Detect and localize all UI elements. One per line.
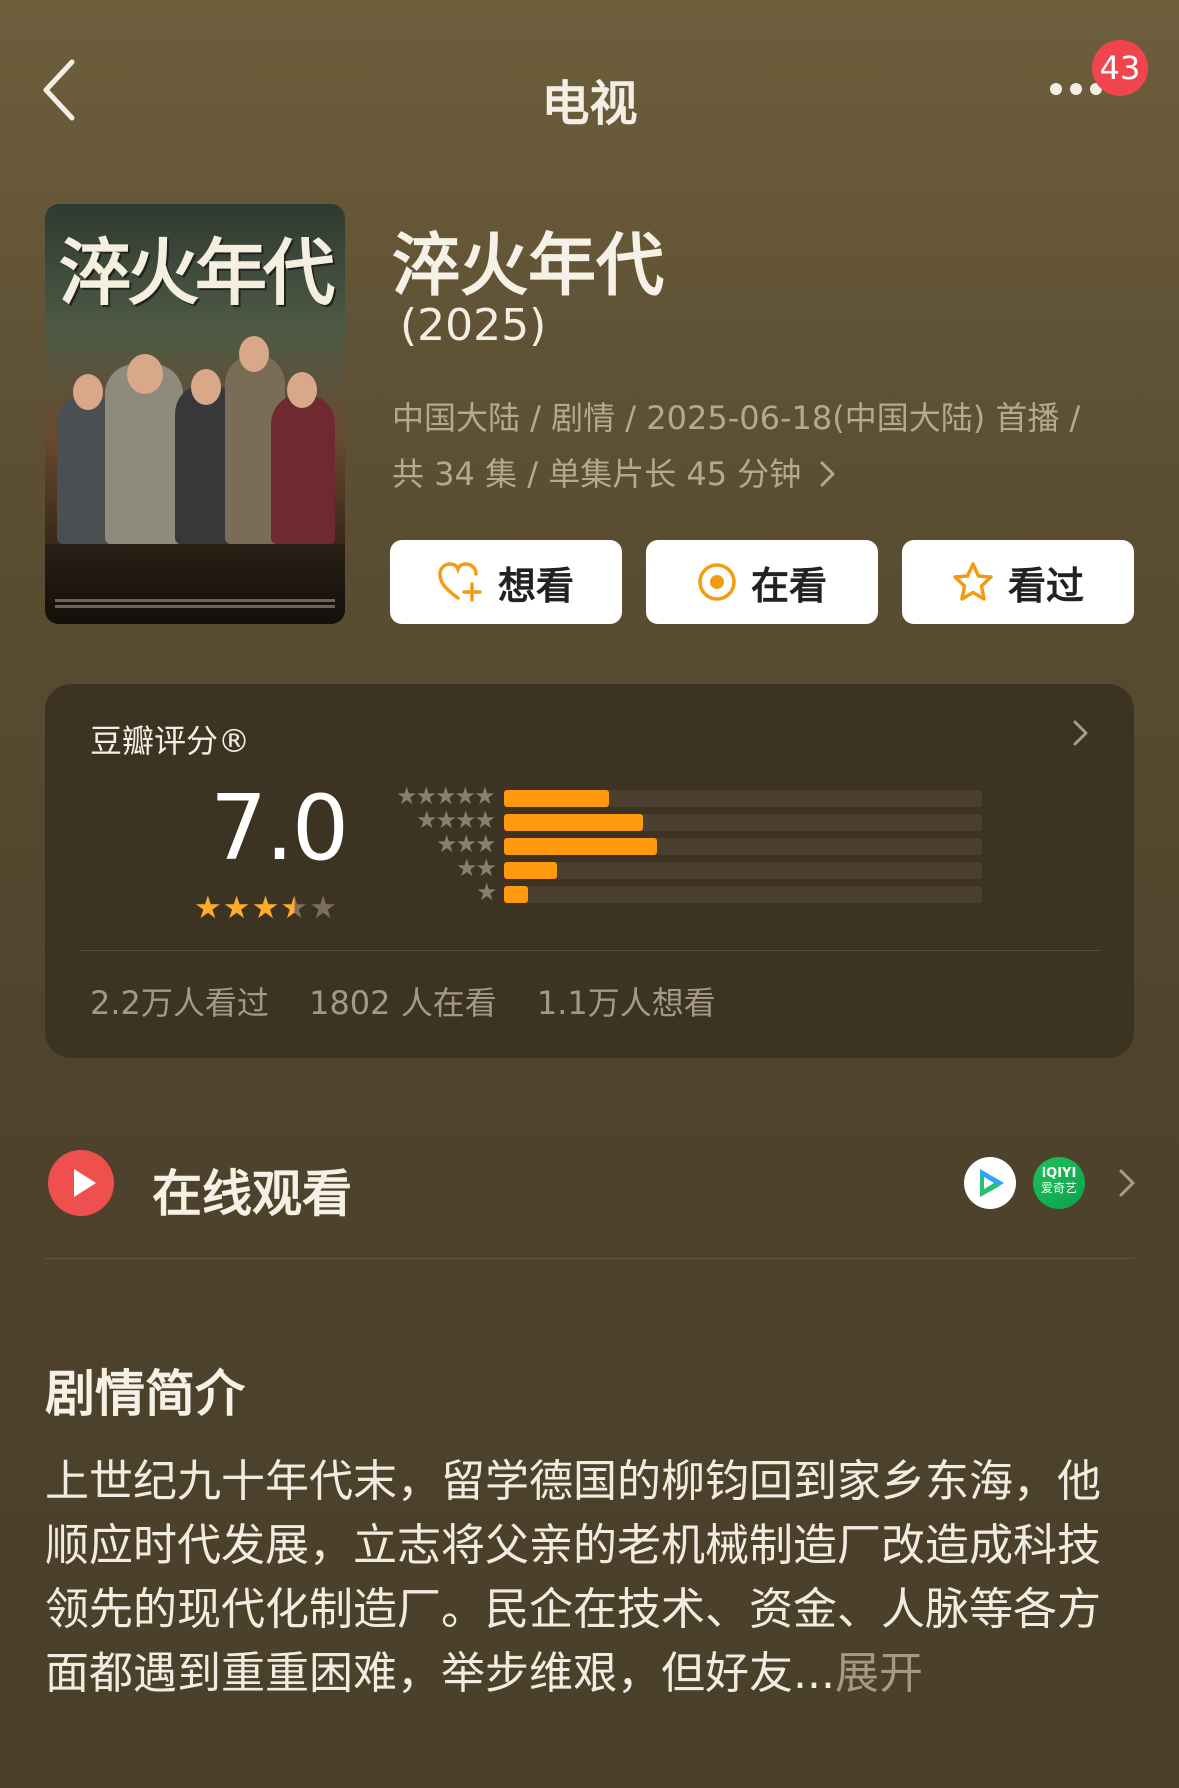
- distribution-track: [504, 862, 982, 879]
- iqiyi-text-top: iQIYI: [1041, 1166, 1077, 1181]
- distribution-bar-4-star: [504, 814, 643, 831]
- more-dot: [1050, 83, 1062, 95]
- rating-label: 豆瓣评分®: [90, 722, 251, 760]
- star-outline-icon: [953, 562, 993, 601]
- watching-button[interactable]: 在看: [646, 540, 878, 624]
- meta-line-1: 中国大陆 / 剧情 / 2025-06-18(中国大陆) 首播 /: [392, 399, 1081, 437]
- distribution-bar-3-star: [504, 838, 657, 855]
- more-dot: [1070, 83, 1082, 95]
- star-empty-icon: ★: [309, 890, 338, 926]
- distribution-bar-5-star: [504, 790, 609, 807]
- distribution-bar-1-star: [504, 886, 528, 903]
- poster-credits: [55, 596, 335, 616]
- poster-figure-head: [239, 336, 269, 372]
- divider: [80, 950, 1100, 951]
- poster-figure-head: [73, 374, 103, 410]
- online-watch-label[interactable]: 在线观看: [152, 1154, 352, 1226]
- notification-badge: 43: [1092, 40, 1148, 96]
- distribution-row-3-star: ★★★: [382, 830, 982, 858]
- distribution-track: [504, 886, 982, 903]
- iqiyi-icon[interactable]: iQIYI 爱奇艺: [1033, 1157, 1085, 1209]
- poster-title-art: 淬火年代: [59, 230, 335, 315]
- synopsis-text: 上世纪九十年代末，留学德国的柳钧回到家乡东海，他顺应时代发展，立志将父亲的老机械…: [45, 1450, 1125, 1706]
- chevron-right-icon: [820, 461, 835, 487]
- rating-score: 7.0: [210, 776, 349, 881]
- rating-stats: 2.2万人看过 1802 人在看 1.1万人想看: [90, 978, 746, 1024]
- poster-figure-head: [127, 354, 163, 394]
- distribution-row-4-star: ★★★★: [382, 806, 982, 834]
- target-icon: [698, 563, 736, 601]
- distribution-row-2-star: ★★: [382, 854, 982, 882]
- star-full-icon: ★: [251, 890, 281, 926]
- page-title: 电视: [541, 76, 638, 132]
- star-full-icon: ★: [222, 890, 252, 926]
- want-to-watch-label: 想看: [497, 563, 574, 608]
- poster-figure-head: [287, 372, 317, 408]
- distribution-track: [504, 838, 982, 855]
- watched-label: 看过: [1007, 563, 1084, 608]
- distribution-track: [504, 790, 982, 807]
- play-icon: [48, 1150, 114, 1216]
- poster-figure-head: [191, 369, 221, 405]
- poster-figure: [271, 394, 335, 544]
- distribution-track: [504, 814, 982, 831]
- rating-detail-chevron[interactable]: [1070, 718, 1092, 752]
- chevron-right-icon: [1073, 720, 1088, 746]
- distribution-row-5-star: ★★★★★: [382, 782, 982, 810]
- star-half-icon: ★: [280, 890, 310, 926]
- iqiyi-text-bottom: 爱奇艺: [1040, 1181, 1077, 1195]
- item-meta[interactable]: 中国大陆 / 剧情 / 2025-06-18(中国大陆) 首播 / 共 34 集…: [392, 390, 1132, 502]
- watch-more-chevron[interactable]: [1116, 1166, 1138, 1204]
- rating-stars: ★★★★★: [194, 890, 338, 926]
- meta-line-2: 共 34 集 / 单集片长 45 分钟: [392, 446, 1132, 502]
- watching-label: 在看: [750, 563, 827, 608]
- star-full-icon: ★: [194, 890, 223, 926]
- item-year: (2025): [400, 300, 547, 351]
- divider: [45, 1258, 1134, 1259]
- watched-button[interactable]: 看过: [902, 540, 1134, 624]
- distribution-stars-1: ★: [476, 878, 497, 906]
- watching-count: 1802 人在看: [309, 984, 497, 1022]
- distribution-row-1-star: ★: [382, 878, 982, 906]
- poster-image[interactable]: 淬火年代: [45, 204, 345, 624]
- expand-link[interactable]: 展开: [835, 1648, 923, 1699]
- distribution-bar-2-star: [504, 862, 557, 879]
- want-to-watch-button[interactable]: 想看: [390, 540, 622, 624]
- synopsis-body: 上世纪九十年代末，留学德国的柳钧回到家乡东海，他顺应时代发展，立志将父亲的老机械…: [45, 1456, 1101, 1699]
- want-count: 1.1万人想看: [536, 984, 716, 1022]
- item-title: 淬火年代: [392, 227, 665, 306]
- watched-count: 2.2万人看过: [90, 984, 269, 1022]
- chevron-right-icon: [1119, 1169, 1135, 1197]
- synopsis-title: 剧情简介: [45, 1365, 245, 1423]
- meta-line-2-text: 共 34 集 / 单集片长 45 分钟: [392, 455, 802, 493]
- heart-plus-icon: [438, 562, 482, 602]
- tencent-video-icon[interactable]: [964, 1157, 1016, 1209]
